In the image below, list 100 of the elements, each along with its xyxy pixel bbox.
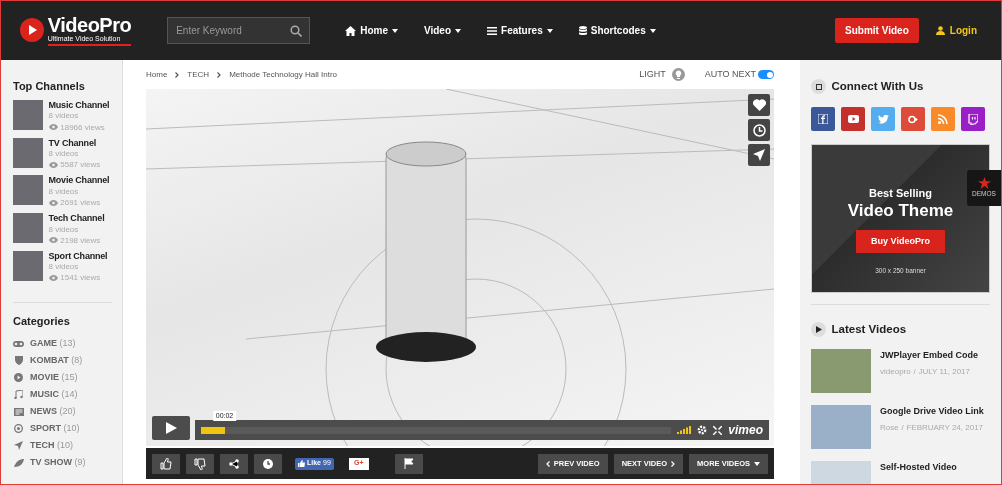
- clock-button[interactable]: [748, 119, 770, 141]
- caret-icon: [546, 28, 553, 33]
- category-link[interactable]: MOVIE (15): [13, 369, 112, 387]
- clock-icon: [752, 123, 766, 137]
- channel-thumbnail[interactable]: [13, 213, 43, 244]
- author-name: videopro: [880, 366, 911, 378]
- section-title: Categories: [13, 313, 71, 329]
- shield-icon: [14, 356, 23, 366]
- category-link[interactable]: MUSIC (14): [13, 386, 112, 404]
- view-count: 1541 views: [60, 272, 101, 284]
- video-title-link[interactable]: Google Drive Video Link: [880, 404, 984, 418]
- caret-icon: [392, 28, 398, 33]
- search-icon[interactable]: [290, 24, 303, 37]
- thumbs-down-button[interactable]: [186, 453, 214, 474]
- eye-icon: [48, 161, 58, 168]
- share-button[interactable]: [220, 453, 248, 474]
- auto-next-toggle[interactable]: [758, 70, 774, 79]
- ball-icon: [14, 424, 23, 434]
- caret-icon: [754, 461, 760, 466]
- chat-bubble-icon: [968, 113, 978, 125]
- channel-thumbnail[interactable]: [13, 100, 43, 130]
- separator-slash: /: [901, 422, 904, 434]
- category-link[interactable]: KOMBAT (8): [13, 352, 112, 370]
- category-link[interactable]: GAME (13): [13, 335, 112, 353]
- breadcrumb-link[interactable]: Home: [146, 68, 168, 81]
- logo-text[interactable]: VideoPro: [47, 15, 132, 36]
- section-title: Top Channels: [13, 79, 86, 94]
- channel-thumbnail[interactable]: [13, 250, 43, 281]
- nav-menu-item[interactable]: Home: [345, 23, 398, 38]
- home-icon: [345, 25, 357, 36]
- eye-icon: [48, 275, 58, 281]
- nav-menu-item[interactable]: Video: [424, 23, 462, 38]
- submit-video-button[interactable]: Submit Video: [835, 18, 919, 43]
- thumbs-down-icon: [194, 457, 206, 470]
- view-count: 5587 views: [60, 159, 101, 171]
- view-count: 18966 views: [60, 121, 105, 133]
- chevron-right-icon: [671, 460, 676, 467]
- bird-icon: [877, 114, 889, 124]
- volume-bars-icon[interactable]: [677, 426, 692, 434]
- search-field[interactable]: Enter Keyword: [167, 17, 311, 44]
- facebook-icon: [818, 114, 828, 125]
- video-thumbnail[interactable]: [811, 404, 871, 449]
- fullscreen-icon[interactable]: [713, 425, 723, 435]
- video-title-link[interactable]: JWPlayer Embed Code: [880, 348, 979, 362]
- video-thumbnail[interactable]: [811, 348, 871, 393]
- social-button[interactable]: [961, 107, 985, 132]
- nav-menu-item[interactable]: Shortcodes: [578, 23, 656, 38]
- category-link[interactable]: NEWS (20): [13, 403, 112, 421]
- heart-button[interactable]: [748, 94, 770, 116]
- music-note-icon: [14, 390, 23, 400]
- eye-icon: [48, 199, 58, 206]
- channel-name[interactable]: Sport Channel: [48, 250, 108, 262]
- channel-thumbnail[interactable]: [13, 137, 43, 168]
- post-date: JULY 11, 2017: [918, 366, 970, 378]
- view-count: 2198 views: [60, 234, 101, 246]
- paper-plane-icon: [14, 441, 23, 451]
- category-link[interactable]: TV SHOW (9): [13, 454, 112, 472]
- caret-icon: [649, 28, 656, 33]
- breadcrumb-link[interactable]: TECH: [187, 68, 210, 81]
- video-title-link[interactable]: Self-Hosted Video: [880, 460, 957, 474]
- list-icon: [487, 26, 498, 35]
- channel-name[interactable]: Music Channel: [48, 100, 110, 111]
- social-button[interactable]: [811, 107, 835, 132]
- flag-button[interactable]: [394, 453, 423, 474]
- login-link[interactable]: Login: [929, 22, 983, 39]
- channel-name[interactable]: Movie Channel: [48, 175, 110, 186]
- channel-thumbnail[interactable]: [13, 175, 43, 206]
- play-button[interactable]: [152, 416, 190, 440]
- section-title: Latest Videos: [831, 322, 907, 338]
- rss-icon: [938, 114, 948, 125]
- chevron-right-icon: [175, 71, 180, 78]
- play-circle-icon: [14, 373, 23, 383]
- channel-name[interactable]: TV Channel: [48, 137, 101, 149]
- flag-icon: [403, 458, 414, 469]
- buy-button[interactable]: Buy VideoPro: [856, 230, 945, 254]
- lightbulb-icon[interactable]: [671, 68, 685, 81]
- category-link[interactable]: TECH (10): [13, 437, 112, 455]
- vimeo-logo[interactable]: vimeo: [728, 421, 763, 439]
- database-icon: [578, 25, 587, 36]
- nav-menu-item[interactable]: Features: [487, 23, 553, 38]
- settings-icon[interactable]: [697, 425, 708, 435]
- clock-button[interactable]: [254, 453, 282, 474]
- chevron-right-icon: [217, 71, 222, 78]
- social-button[interactable]: [841, 107, 865, 132]
- view-count: 2691 views: [60, 196, 101, 209]
- chevron-left-icon: [545, 460, 550, 467]
- paper-plane-button[interactable]: [748, 144, 770, 166]
- thumbs-up-button[interactable]: [152, 453, 180, 474]
- category-link[interactable]: SPORT (10): [13, 420, 112, 438]
- paper-plane-icon: [753, 149, 765, 161]
- author-name: Rose: [880, 422, 899, 434]
- heart-icon: [752, 99, 766, 111]
- banner-subtitle: Best Selling: [869, 186, 932, 202]
- thumbs-up-icon: [160, 457, 172, 470]
- channel-name[interactable]: Tech Channel: [48, 213, 105, 224]
- google-plus-icon: [907, 114, 919, 124]
- user-icon: [935, 26, 945, 35]
- social-button[interactable]: [901, 107, 925, 132]
- play-logo-icon[interactable]: [19, 17, 45, 44]
- banner-title: Video Theme: [847, 201, 954, 221]
